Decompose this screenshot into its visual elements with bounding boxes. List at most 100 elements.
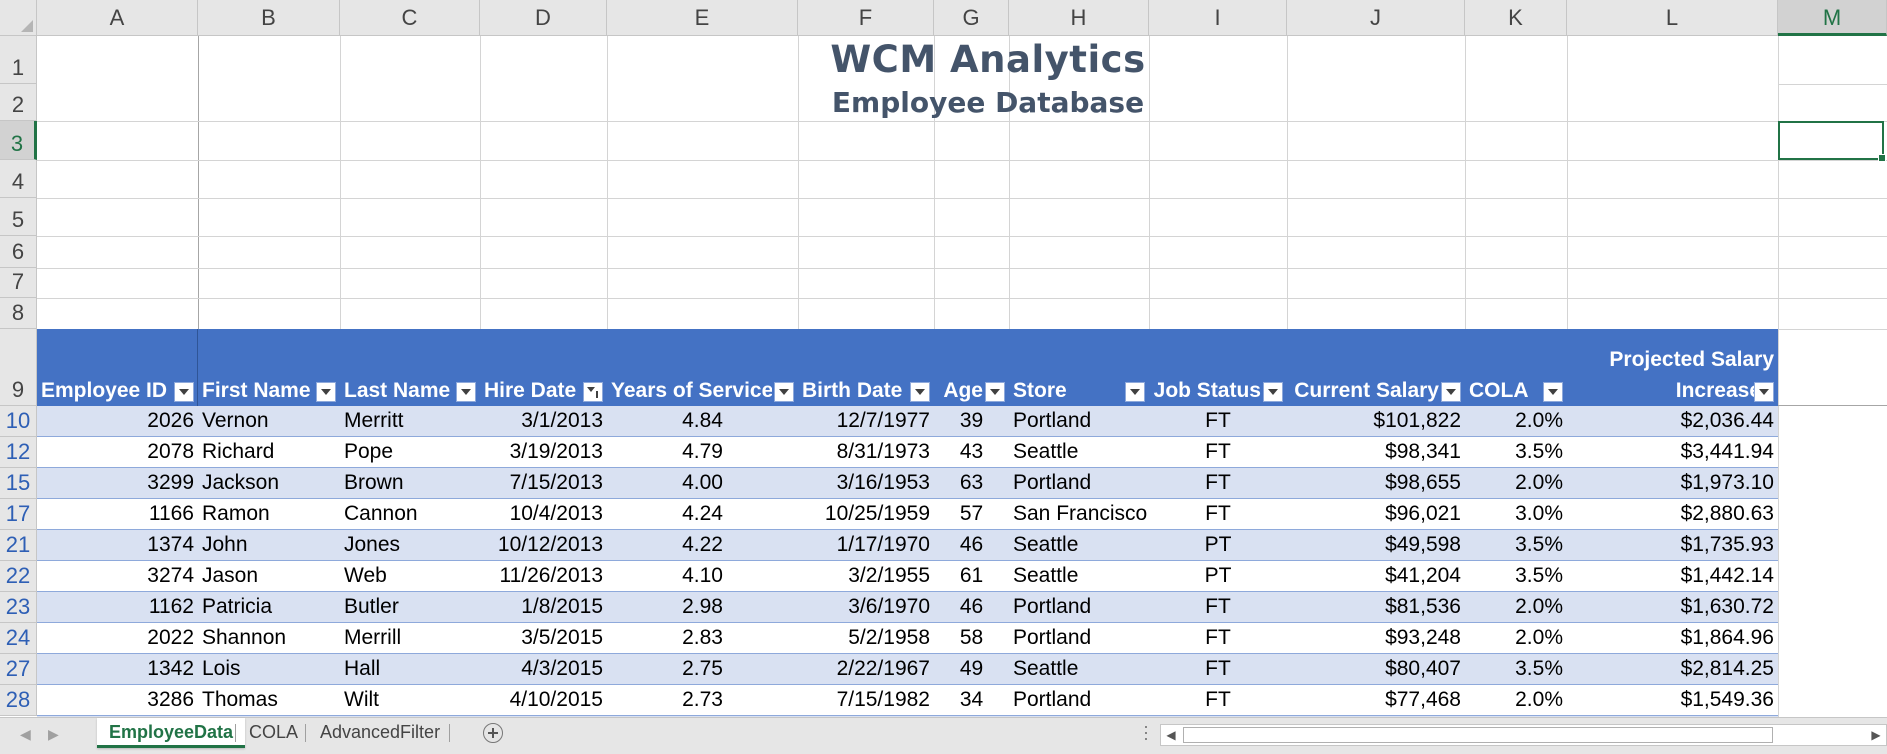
cell-yos[interactable]: 2.75 [607, 654, 798, 684]
filter-dropdown-employee-id[interactable] [174, 382, 194, 402]
table-row[interactable]: 3286 Thomas Wilt 4/10/2015 2.73 7/15/1982 34 Po… [37, 685, 1778, 716]
cell-birth[interactable]: 7/15/1982 [798, 685, 934, 715]
cell-id[interactable]: 1162 [37, 592, 198, 622]
scrollbar-thumb[interactable] [1183, 727, 1773, 743]
cell-first[interactable]: Vernon [198, 406, 340, 436]
scroll-right-icon[interactable]: ▶ [1866, 725, 1886, 745]
row-header-1[interactable]: 1 [0, 36, 37, 84]
cell-age[interactable]: 46 [934, 530, 1009, 560]
column-header-i[interactable]: I [1149, 0, 1287, 36]
cell-id[interactable]: 1166 [37, 499, 198, 529]
row-header-9[interactable]: 9 [0, 329, 37, 406]
cell-proj[interactable]: $2,880.63 [1567, 499, 1778, 529]
cell-hire[interactable]: 4/10/2015 [480, 685, 607, 715]
cell-age[interactable]: 57 [934, 499, 1009, 529]
cell-hire[interactable]: 1/8/2015 [480, 592, 607, 622]
cell-salary[interactable]: $77,468 [1287, 685, 1465, 715]
table-row[interactable]: 1374 John Jones 10/12/2013 4.22 1/17/1970 46 Se… [37, 530, 1778, 561]
column-header-e[interactable]: E [607, 0, 798, 36]
cell-proj[interactable]: $1,442.14 [1567, 561, 1778, 591]
cell-age[interactable]: 46 [934, 592, 1009, 622]
cell-salary[interactable]: $49,598 [1287, 530, 1465, 560]
filter-dropdown-years-of-service[interactable] [774, 382, 794, 402]
cell-hire[interactable]: 3/5/2015 [480, 623, 607, 653]
cell-yos[interactable]: 4.10 [607, 561, 798, 591]
spreadsheet-grid[interactable]: ABCDEFGHIJKLM 123456789 WCM Analytics Em… [0, 0, 1887, 717]
cell-store[interactable]: Seattle [1009, 561, 1149, 591]
cell-salary[interactable]: $81,536 [1287, 592, 1465, 622]
sheet-subtitle[interactable]: Employee Database [198, 86, 1778, 119]
column-header-j[interactable]: J [1287, 0, 1465, 36]
filter-dropdown-hire-date[interactable] [583, 382, 603, 402]
filter-dropdown-last-name[interactable] [456, 382, 476, 402]
column-header-m[interactable]: M [1778, 0, 1887, 36]
cell-yos[interactable]: 4.22 [607, 530, 798, 560]
cell-store[interactable]: Portland [1009, 623, 1149, 653]
sheet-tab-employeedata[interactable]: EmployeeData [97, 718, 246, 748]
cell-last[interactable]: Wilt [340, 685, 480, 715]
scroll-left-icon[interactable]: ◀ [1161, 725, 1181, 745]
cell-last[interactable]: Web [340, 561, 480, 591]
cell-id[interactable]: 2078 [37, 437, 198, 467]
cell-salary[interactable]: $101,822 [1287, 406, 1465, 436]
cell-last[interactable]: Cannon [340, 499, 480, 529]
cell-proj[interactable]: $1,630.72 [1567, 592, 1778, 622]
cell-proj[interactable]: $2,814.25 [1567, 654, 1778, 684]
select-all-corner[interactable] [0, 0, 37, 36]
cell-first[interactable]: Richard [198, 437, 340, 467]
filter-dropdown-projected-salary-increase[interactable] [1754, 382, 1774, 402]
cell-id[interactable]: 3274 [37, 561, 198, 591]
cell-age[interactable]: 43 [934, 437, 1009, 467]
table-row[interactable]: 1162 Patricia Butler 1/8/2015 2.98 3/6/1970 46… [37, 592, 1778, 623]
cell-store[interactable]: Seattle [1009, 654, 1149, 684]
cell-last[interactable]: Merritt [340, 406, 480, 436]
table-row[interactable]: 1166 Ramon Cannon 10/4/2013 4.24 10/25/1959 57… [37, 499, 1778, 530]
row-header-5[interactable]: 5 [0, 198, 37, 236]
cell-hire[interactable]: 10/12/2013 [480, 530, 607, 560]
cell-age[interactable]: 58 [934, 623, 1009, 653]
cell-birth[interactable]: 5/2/1958 [798, 623, 934, 653]
cell-last[interactable]: Butler [340, 592, 480, 622]
cell-yos[interactable]: 2.98 [607, 592, 798, 622]
cell-id[interactable]: 1374 [37, 530, 198, 560]
cell-first[interactable]: Ramon [198, 499, 340, 529]
split-handle-icon[interactable]: · · · [1143, 717, 1149, 747]
cell-store[interactable]: Seattle [1009, 437, 1149, 467]
cell-proj[interactable]: $1,549.36 [1567, 685, 1778, 715]
row-header-21[interactable]: 21 [0, 530, 37, 561]
cell-status[interactable]: FT [1149, 623, 1287, 653]
prev-sheet-icon[interactable]: ◀ [20, 726, 31, 743]
column-header-k[interactable]: K [1465, 0, 1567, 36]
cell-hire[interactable]: 7/15/2013 [480, 468, 607, 498]
filter-dropdown-current-salary[interactable] [1441, 382, 1461, 402]
cell-status[interactable]: FT [1149, 654, 1287, 684]
cell-status[interactable]: FT [1149, 468, 1287, 498]
cell-first[interactable]: John [198, 530, 340, 560]
cell-last[interactable]: Jones [340, 530, 480, 560]
cell-id[interactable]: 1342 [37, 654, 198, 684]
table-row[interactable]: 2026 Vernon Merritt 3/1/2013 4.84 12/7/1977 39… [37, 406, 1778, 437]
column-header-h[interactable]: H [1009, 0, 1149, 36]
cell-cola[interactable]: 2.0% [1465, 623, 1567, 653]
sheet-title[interactable]: WCM Analytics [198, 38, 1778, 81]
cell-cola[interactable]: 3.5% [1465, 437, 1567, 467]
cell-store[interactable]: Portland [1009, 406, 1149, 436]
cell-proj[interactable]: $1,973.10 [1567, 468, 1778, 498]
table-row[interactable]: 1342 Lois Hall 4/3/2015 2.75 2/22/1967 49 Seatt… [37, 654, 1778, 685]
table-row[interactable]: 3274 Jason Web 11/26/2013 4.10 3/2/1955 61 Seat… [37, 561, 1778, 592]
cell-proj[interactable]: $1,735.93 [1567, 530, 1778, 560]
column-header-c[interactable]: C [340, 0, 480, 36]
cell-first[interactable]: Thomas [198, 685, 340, 715]
sheet-tab-advancedfilter[interactable]: AdvancedFilter [308, 718, 452, 748]
cell-status[interactable]: FT [1149, 437, 1287, 467]
cell-id[interactable]: 2022 [37, 623, 198, 653]
cell-cola[interactable]: 3.5% [1465, 561, 1567, 591]
cell-first[interactable]: Jason [198, 561, 340, 591]
cell-age[interactable]: 49 [934, 654, 1009, 684]
cell-age[interactable]: 34 [934, 685, 1009, 715]
cell-salary[interactable]: $98,655 [1287, 468, 1465, 498]
sheet-tab-cola[interactable]: COLA [237, 718, 310, 748]
row-header-12[interactable]: 12 [0, 437, 37, 468]
cell-yos[interactable]: 2.73 [607, 685, 798, 715]
filter-dropdown-job-status[interactable] [1263, 382, 1283, 402]
